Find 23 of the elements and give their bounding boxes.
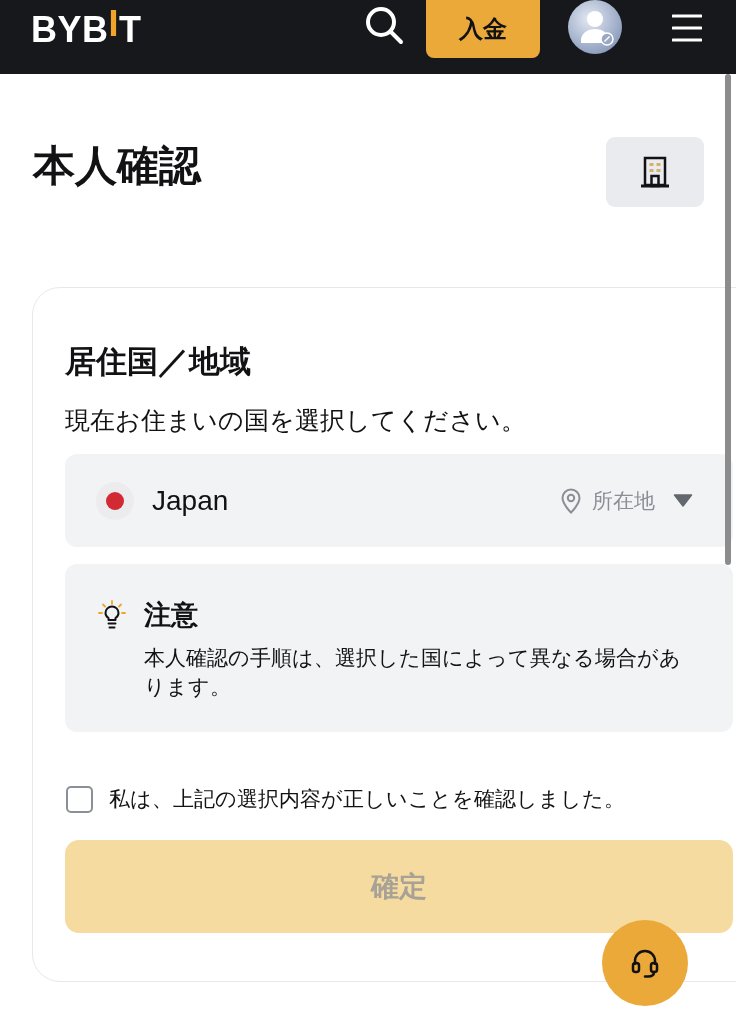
avatar-icon[interactable]	[568, 0, 622, 54]
notice-title: 注意	[144, 599, 199, 632]
menu-icon[interactable]	[672, 13, 702, 43]
caret-icon	[673, 494, 693, 507]
headset-icon	[629, 947, 661, 979]
checkbox-label: 私は、上記の選択内容が正しいことを確認しました。	[109, 786, 625, 812]
card-title: 居住国／地域	[65, 343, 252, 381]
scrollbar[interactable]	[725, 74, 731, 565]
search-icon[interactable]	[364, 5, 404, 45]
checkbox[interactable]	[66, 785, 93, 813]
flag-icon	[96, 481, 134, 520]
lightbulb-icon	[98, 600, 126, 630]
notice-text: 本人確認の手順は、選択した国によって異なる場合があります。	[144, 645, 682, 700]
logo[interactable]: BYBIT	[31, 8, 142, 52]
location-pin-icon	[561, 487, 581, 514]
page-title: 本人確認	[33, 141, 201, 191]
building-icon	[641, 156, 669, 188]
country-select[interactable]: Japan 所在地	[65, 454, 733, 547]
location-label: 所在地	[592, 487, 655, 514]
card-subtitle: 現在お住まいの国を選択してください。	[65, 406, 527, 436]
business-button[interactable]	[606, 137, 704, 207]
deposit-button[interactable]: 入金	[426, 0, 540, 58]
country-value: Japan	[152, 483, 229, 518]
